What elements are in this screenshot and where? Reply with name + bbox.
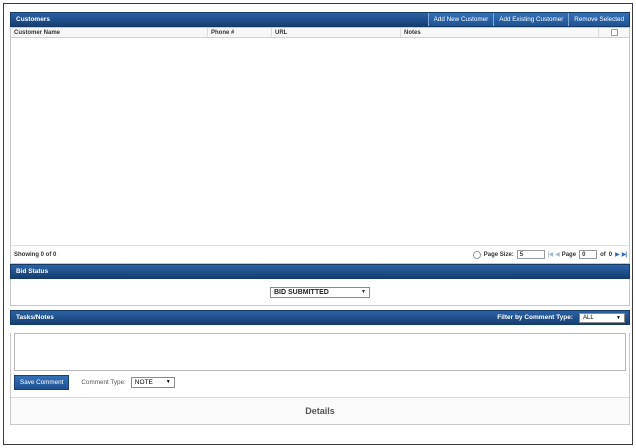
comment-controls: Save Comment Comment Type: NOTE ▼ xyxy=(11,371,629,393)
showing-count: Showing 0 of 0 xyxy=(14,251,57,258)
column-header-phone[interactable]: Phone # xyxy=(208,28,272,37)
grid-header-row: Customer Name Phone # URL Notes xyxy=(11,28,629,38)
customers-grid: Customer Name Phone # URL Notes Showing … xyxy=(10,27,630,264)
customers-title: Customers xyxy=(16,16,50,23)
tasks-title: Tasks/Notes xyxy=(16,314,54,321)
comment-filter: Filter by Comment Type: ALL ▼ xyxy=(497,312,629,323)
total-pages: 0 xyxy=(608,251,613,258)
details-label: Details xyxy=(305,406,335,416)
page-number-input[interactable]: 0 xyxy=(579,250,598,259)
page-size-label: Page Size: xyxy=(483,251,514,258)
grid-pager: Showing 0 of 0 Page Size: 5 |◀ ◀ Page 0 … xyxy=(11,245,629,263)
bid-status-value: BID SUBMITTED xyxy=(274,288,329,296)
last-page-icon[interactable]: ▶| xyxy=(622,251,627,258)
column-header-notes[interactable]: Notes xyxy=(401,28,599,37)
dropdown-caret-icon: ▼ xyxy=(361,289,366,295)
bid-status-header: Bid Status xyxy=(10,264,630,279)
first-page-icon[interactable]: |◀ xyxy=(548,251,553,258)
remove-selected-button[interactable]: Remove Selected xyxy=(568,13,629,26)
pager-controls: Page Size: 5 |◀ ◀ Page 0 of 0 ▶ ▶| xyxy=(472,250,627,259)
select-all-cell xyxy=(599,28,629,37)
filter-comment-type-select[interactable]: ALL ▼ xyxy=(579,312,625,323)
page-size-input[interactable]: 5 xyxy=(516,250,545,259)
column-header-customer-name[interactable]: Customer Name xyxy=(11,28,208,37)
of-label: of xyxy=(600,251,606,258)
filter-label: Filter by Comment Type: xyxy=(497,314,573,321)
dropdown-caret-icon: ▼ xyxy=(616,314,621,321)
save-comment-button[interactable]: Save Comment xyxy=(14,374,70,390)
add-existing-customer-button[interactable]: Add Existing Customer xyxy=(493,13,569,26)
next-page-icon[interactable]: ▶ xyxy=(615,251,620,258)
bid-status-title: Bid Status xyxy=(16,268,49,275)
dropdown-caret-icon: ▼ xyxy=(165,379,171,385)
customers-header: Customers Add New Customer Add Existing … xyxy=(10,12,630,27)
comment-textarea[interactable] xyxy=(14,333,626,371)
comment-type-group: Comment Type: NOTE ▼ xyxy=(81,376,175,388)
select-all-checkbox[interactable] xyxy=(610,29,618,36)
details-section[interactable]: Details xyxy=(11,397,629,424)
page-label: Page xyxy=(561,251,577,258)
bid-status-panel: BID SUBMITTED ▼ xyxy=(10,279,630,306)
bid-status-select[interactable]: BID SUBMITTED ▼ xyxy=(270,286,370,298)
page-frame: Customers Add New Customer Add Existing … xyxy=(3,3,633,445)
comment-type-value: NOTE xyxy=(134,378,153,386)
refresh-icon[interactable] xyxy=(472,250,481,259)
add-new-customer-button[interactable]: Add New Customer xyxy=(427,13,494,26)
tasks-header: Tasks/Notes Filter by Comment Type: ALL … xyxy=(10,310,630,325)
filter-value: ALL xyxy=(583,314,594,321)
column-header-url[interactable]: URL xyxy=(272,28,401,37)
page-content: Customers Add New Customer Add Existing … xyxy=(10,12,630,425)
grid-body xyxy=(11,38,629,245)
tasks-panel: Save Comment Comment Type: NOTE ▼ Detail… xyxy=(10,333,630,425)
customers-toolbar: Add New Customer Add Existing Customer R… xyxy=(427,13,629,26)
comment-type-select[interactable]: NOTE ▼ xyxy=(130,376,175,388)
prev-page-icon[interactable]: ◀ xyxy=(555,251,560,258)
comment-type-label: Comment Type: xyxy=(81,378,126,386)
